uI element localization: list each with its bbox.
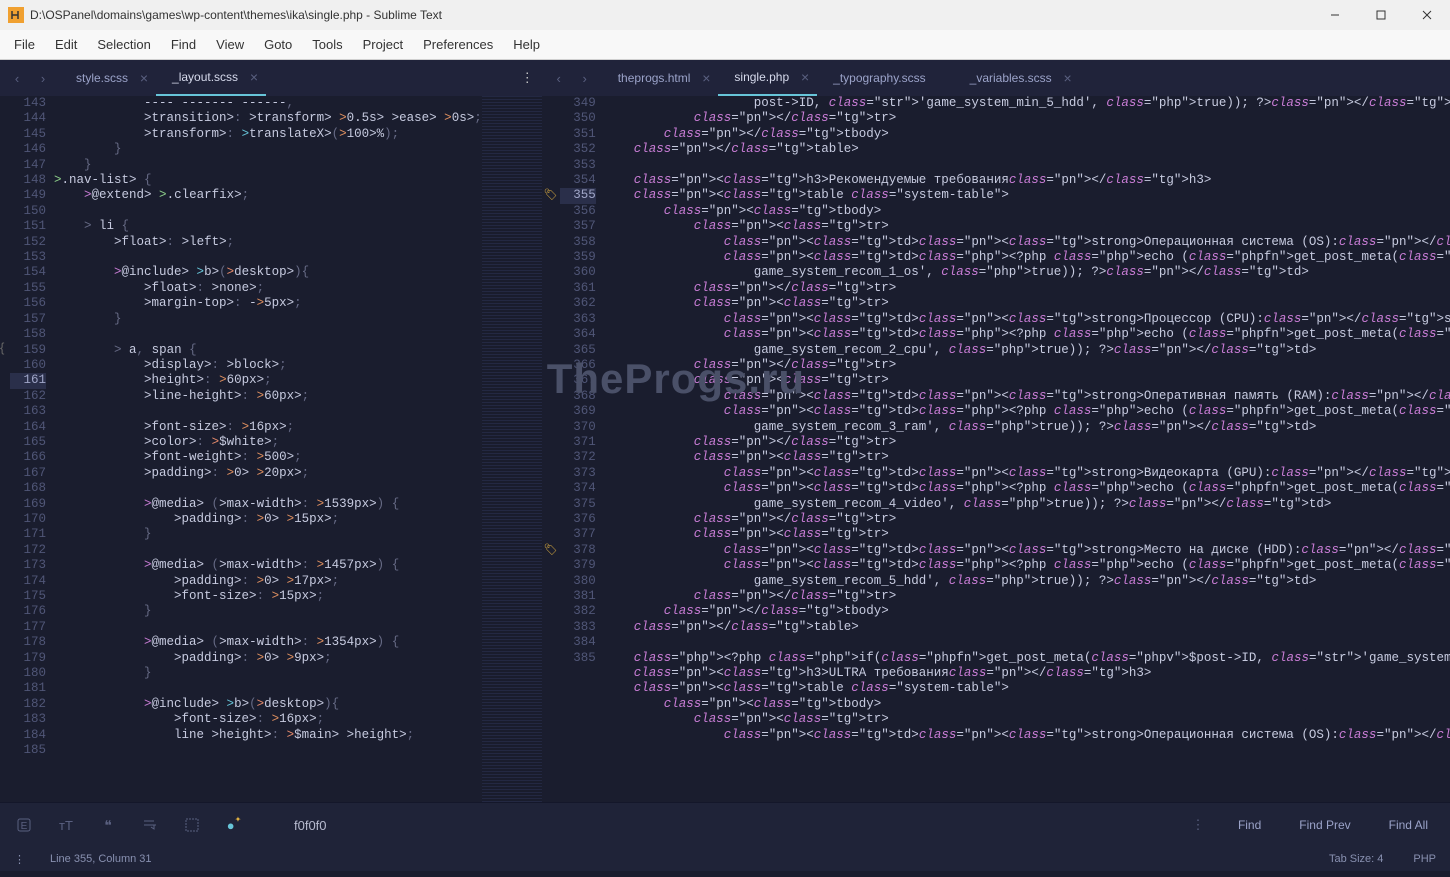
close-icon[interactable]: × (801, 69, 809, 85)
tab-variables-scss[interactable]: _variables.scss × (954, 60, 1080, 96)
title-text: D:\OSPanel\domains\games\wp-content\them… (30, 8, 1312, 22)
tab-label: _variables.scss (970, 71, 1052, 85)
line-number-gutter-right[interactable]: 3493503513523533543553563573583593603613… (560, 96, 604, 802)
wrap-toggle[interactable] (138, 813, 162, 837)
menu-preferences[interactable]: Preferences (413, 33, 503, 56)
menu-edit[interactable]: Edit (45, 33, 87, 56)
line-number-gutter-left[interactable]: 1431441451461471481491501511521531541551… (10, 96, 54, 802)
editor-split: ‹ › style.scss × _layout.scss × ⋮ { 143144… (0, 60, 1450, 802)
close-icon[interactable]: × (702, 70, 710, 86)
tab-theprogs-html[interactable]: theprogs.html × (602, 60, 719, 96)
regex-toggle[interactable]: E (12, 813, 36, 837)
tab-label: style.scss (76, 71, 128, 85)
panel-switcher[interactable]: ⋮ (14, 853, 36, 866)
status-bar: ⋮ Line 355, Column 31 Tab Size: 4 PHP (0, 847, 1450, 871)
tab-overflow-button[interactable]: ⋮ (521, 70, 534, 86)
tab-label: _layout.scss (172, 70, 238, 84)
left-tabbar: ‹ › style.scss × _layout.scss × ⋮ (0, 60, 542, 96)
case-toggle[interactable]: тT (54, 813, 78, 837)
find-all-button[interactable]: Find All (1379, 814, 1438, 836)
menu-help[interactable]: Help (503, 33, 550, 56)
menu-goto[interactable]: Goto (254, 33, 302, 56)
tab-single-php[interactable]: single.php × (718, 60, 817, 96)
whole-word-toggle[interactable]: ❝ (96, 813, 120, 837)
close-icon[interactable]: × (250, 69, 258, 85)
tab-typography-scss[interactable]: _typography.scss (817, 60, 954, 96)
minimize-button[interactable] (1312, 0, 1358, 30)
app-icon (8, 7, 24, 23)
menu-find[interactable]: Find (161, 33, 206, 56)
menubar: File Edit Selection Find View Goto Tools… (0, 30, 1450, 60)
find-prev-button[interactable]: Find Prev (1289, 814, 1360, 836)
close-icon[interactable]: × (1063, 70, 1071, 86)
code-editor-right[interactable]: post->ID, class="str">'game_system_min_5… (604, 96, 1450, 802)
code-editor-left[interactable]: ---- ------- ------, >transition>: >tran… (54, 96, 482, 802)
forward-button[interactable]: › (32, 67, 54, 89)
tab-label: theprogs.html (618, 71, 691, 85)
menu-file[interactable]: File (4, 33, 45, 56)
left-pane: ‹ › style.scss × _layout.scss × ⋮ { 143144… (0, 60, 542, 802)
minimap-left[interactable] (482, 96, 542, 802)
highlight-toggle[interactable]: ●✦ (222, 813, 246, 837)
maximize-button[interactable] (1358, 0, 1404, 30)
in-selection-toggle[interactable] (180, 813, 204, 837)
bookmark-gutter: 🏷🏷 (542, 96, 560, 802)
find-button[interactable]: Find (1228, 814, 1271, 836)
menu-tools[interactable]: Tools (302, 33, 352, 56)
tab-label: single.php (734, 70, 789, 84)
tab-style-scss[interactable]: style.scss × (60, 60, 156, 96)
back-button[interactable]: ‹ (548, 67, 570, 89)
close-button[interactable] (1404, 0, 1450, 30)
menu-selection[interactable]: Selection (87, 33, 160, 56)
find-input[interactable]: f0f0f0 (264, 818, 1168, 833)
titlebar: D:\OSPanel\domains\games\wp-content\them… (0, 0, 1450, 30)
tab-layout-scss[interactable]: _layout.scss × (156, 60, 266, 96)
forward-button[interactable]: › (574, 67, 596, 89)
status-cursor[interactable]: Line 355, Column 31 (36, 853, 1329, 865)
menu-project[interactable]: Project (353, 33, 413, 56)
svg-text:E: E (21, 821, 28, 832)
right-pane: TheProgs.ru ‹ › theprogs.html× single.ph… (542, 60, 1450, 802)
status-syntax[interactable]: PHP (1413, 853, 1436, 865)
find-options-button[interactable]: ⋮ (1186, 813, 1210, 837)
menu-view[interactable]: View (206, 33, 254, 56)
back-button[interactable]: ‹ (6, 67, 28, 89)
close-icon[interactable]: × (140, 70, 148, 86)
find-bar: E тT ❝ ●✦ f0f0f0 ⋮ Find Find Prev Find A… (0, 802, 1450, 847)
fold-gutter: { (0, 96, 10, 802)
tab-label: _typography.scss (833, 71, 926, 85)
status-tabsize[interactable]: Tab Size: 4 (1329, 853, 1383, 865)
right-tabbar: ‹ › theprogs.html × single.php × _typograp… (542, 60, 1450, 96)
